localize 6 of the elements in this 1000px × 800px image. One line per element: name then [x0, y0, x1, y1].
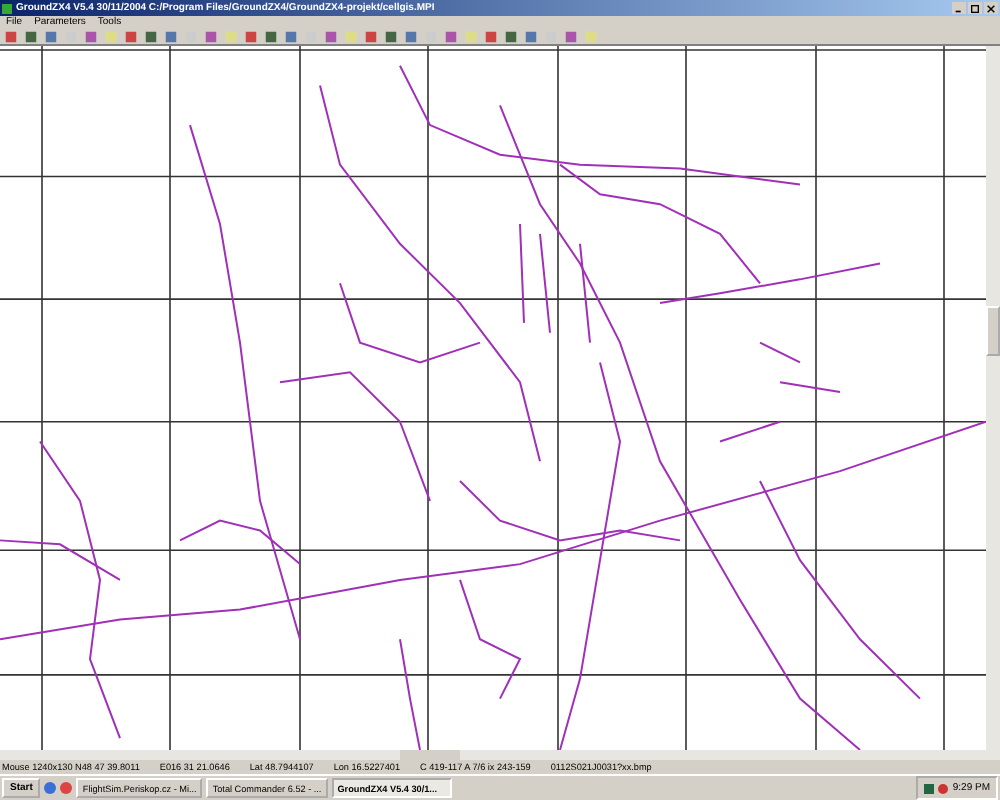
close-button[interactable]: [984, 2, 998, 14]
maximize-button[interactable]: [968, 2, 982, 14]
horizontal-scrollbar[interactable]: [0, 750, 1000, 760]
vertical-scrollbar[interactable]: [986, 46, 1000, 750]
app-icon: [2, 3, 12, 13]
minimize-button[interactable]: [952, 2, 966, 14]
